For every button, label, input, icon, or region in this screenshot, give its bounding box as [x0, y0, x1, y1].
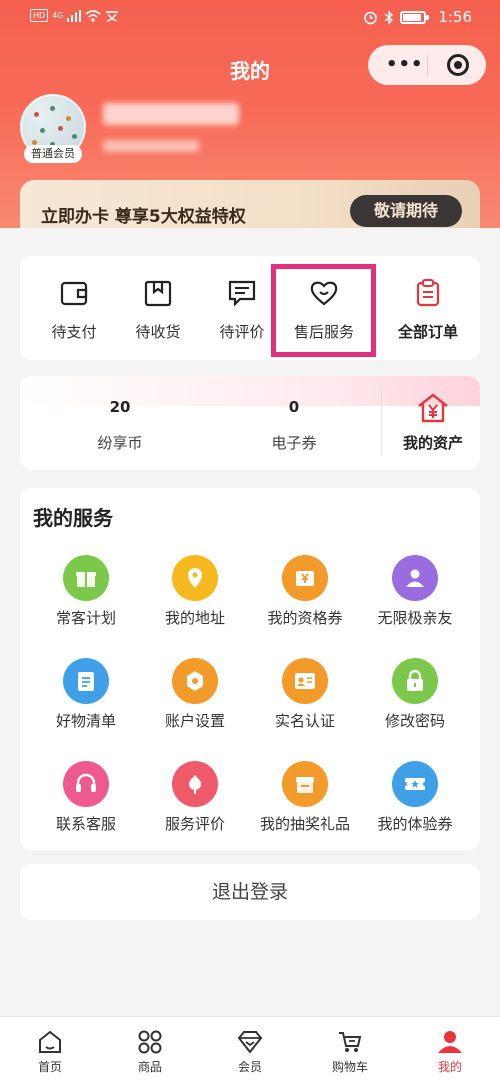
order-label: 全部订单 [397, 323, 458, 341]
orders-card: 待支付 待收货 待评价 售后服务 全部订单 [20, 256, 480, 360]
tab-label: 商品 [137, 1060, 162, 1074]
battery-icon [400, 10, 430, 24]
order-label: 待收货 [135, 323, 181, 341]
after-sales-highlight-box [271, 264, 376, 357]
capsule-divider [427, 55, 428, 75]
package-icon [144, 280, 172, 307]
status-bar: HD 4G 1:56 [0, 0, 500, 36]
user-id-blurred [103, 140, 199, 152]
yen-house-icon [418, 393, 448, 423]
coins-label: 纷享币 [97, 434, 143, 452]
wifi-icon [85, 9, 102, 22]
service-label: 好物清单 [55, 712, 116, 730]
tab-home[interactable]: 首页 [0, 1017, 100, 1083]
more-options-button[interactable]: ••• [386, 54, 424, 75]
service-label: 我的地址 [164, 609, 225, 627]
vip-banner-text: 立即办卡 尊享5大权益特权 [41, 207, 246, 227]
service-real-name-auth[interactable]: 实名认证 [249, 658, 361, 758]
service-change-password[interactable]: 修改密码 [359, 658, 471, 758]
ticket-yen-icon [282, 555, 328, 601]
coins-asset[interactable]: 20 纷享币 [50, 398, 190, 453]
network-label: 4G [52, 11, 64, 20]
comment-icon [228, 280, 256, 307]
service-qualification-voucher[interactable]: 我的资格券 [249, 555, 361, 655]
member-level-badge: 普通会员 [24, 145, 82, 163]
translate-icon [106, 10, 119, 22]
signal-icon [67, 9, 82, 22]
services-title: 我的服务 [33, 506, 113, 530]
coupons-value: 0 [288, 398, 300, 416]
settings-icon [172, 658, 218, 704]
close-mini-program-button[interactable] [447, 54, 469, 76]
service-label: 常客计划 [55, 609, 116, 627]
alarm-icon [364, 11, 378, 24]
gift-icon [63, 555, 109, 601]
headset-icon [63, 761, 109, 807]
bottom-tab-bar: 首页 商品 会员 购物车 我的 [0, 1016, 500, 1083]
service-trial-coupon[interactable]: 我的体验券 [359, 761, 471, 861]
clipboard-icon [416, 279, 440, 307]
hd-icon: HD [30, 9, 49, 22]
service-label: 我的抽奖礼品 [259, 815, 350, 833]
coupons-asset[interactable]: 0 电子券 [224, 398, 364, 453]
service-label: 联系客服 [55, 815, 116, 833]
home-icon [39, 1030, 61, 1053]
diamond-icon [237, 1031, 263, 1054]
service-my-address[interactable]: 我的地址 [139, 555, 251, 655]
assets-divider [381, 390, 382, 456]
service-label: 账户设置 [164, 712, 225, 730]
service-review[interactable]: 服务评价 [139, 761, 251, 861]
tab-cart[interactable]: 购物车 [300, 1017, 400, 1083]
service-lottery-gifts[interactable]: 我的抽奖礼品 [249, 761, 361, 861]
order-all[interactable]: 全部订单 [386, 256, 470, 360]
coupon-star-icon [392, 761, 438, 807]
flower-icon [172, 761, 218, 807]
assets-card: 20 纷享币 0 电子券 我的资产 [20, 376, 480, 470]
mini-program-capsule: ••• [368, 45, 486, 85]
lock-icon [392, 658, 438, 704]
location-pin-icon [172, 555, 218, 601]
bluetooth-icon [384, 9, 394, 25]
service-frequent-customer[interactable]: 常客计划 [30, 555, 142, 655]
order-label: 待支付 [51, 323, 97, 341]
tab-products[interactable]: 商品 [100, 1017, 200, 1083]
wallet-icon [60, 281, 88, 306]
user-icon [438, 1031, 462, 1053]
status-time: 1:56 [438, 8, 472, 26]
tab-label: 会员 [237, 1060, 262, 1074]
logout-button[interactable]: 退出登录 [20, 864, 480, 920]
services-card: 我的服务 常客计划 我的地址 我的资格券 无限极亲友 好物清单 账户设置 实名认… [20, 488, 480, 850]
tab-label: 首页 [37, 1060, 62, 1074]
service-label: 修改密码 [384, 712, 445, 730]
coupons-label: 电子券 [271, 434, 317, 452]
service-friends[interactable]: 无限极亲友 [359, 555, 471, 655]
list-icon [63, 658, 109, 704]
service-label: 无限极亲友 [377, 609, 453, 627]
order-pending-delivery[interactable]: 待收货 [116, 256, 200, 360]
my-assets[interactable]: 我的资产 [386, 392, 480, 453]
user-name-blurred [103, 103, 239, 125]
tab-membership[interactable]: 会员 [200, 1017, 300, 1083]
tab-label: 购物车 [331, 1060, 368, 1074]
cart-icon [339, 1032, 362, 1052]
vip-coming-soon-button[interactable]: 敬请期待 [350, 195, 462, 227]
tab-mine[interactable]: 我的 [400, 1017, 500, 1083]
coins-value: 20 [109, 398, 131, 416]
service-label: 实名认证 [274, 712, 335, 730]
tab-label: 我的 [437, 1060, 462, 1074]
service-label: 我的体验券 [377, 815, 453, 833]
service-label: 服务评价 [164, 815, 225, 833]
person-icon [392, 555, 438, 601]
service-wishlist[interactable]: 好物清单 [30, 658, 142, 758]
service-label: 我的资格券 [267, 609, 343, 627]
service-contact-support[interactable]: 联系客服 [30, 761, 142, 861]
my-assets-label: 我的资产 [402, 434, 463, 452]
order-pending-payment[interactable]: 待支付 [32, 256, 116, 360]
service-account-settings[interactable]: 账户设置 [139, 658, 251, 758]
gift-box-icon [282, 761, 328, 807]
id-card-icon [282, 658, 328, 704]
grid-icon [138, 1030, 162, 1054]
